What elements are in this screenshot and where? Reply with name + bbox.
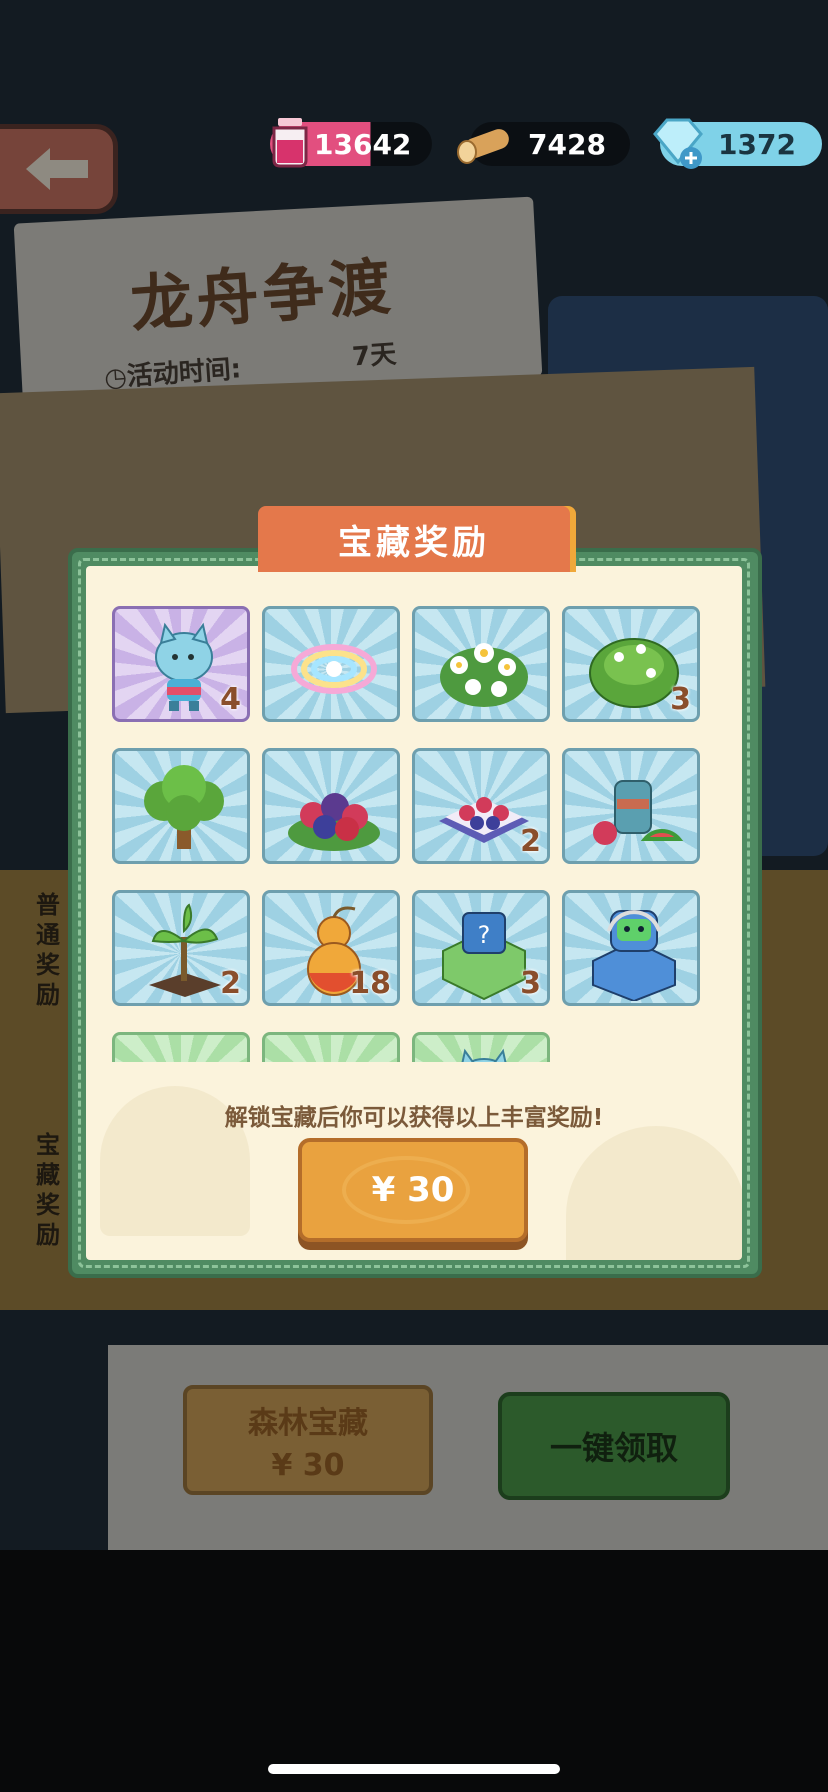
juice-jar-icon xyxy=(272,118,308,168)
reward-count: 3 xyxy=(520,966,541,1001)
reward-count: 18 xyxy=(349,966,391,1001)
reward-count: 4 xyxy=(220,682,241,717)
fruit-jar-icon xyxy=(593,780,684,845)
reward-tile[interactable] xyxy=(112,1032,250,1062)
forest-treasure-button[interactable]: 森林宝藏 ¥ 30 xyxy=(183,1385,433,1495)
ground xyxy=(0,1550,828,1792)
forest-treasure-price: ¥ 30 xyxy=(271,1447,345,1483)
robot-blind-box-icon xyxy=(592,910,676,1001)
diamond-icon xyxy=(653,118,703,169)
treasure-reward-label: 宝藏奖励 xyxy=(36,1131,60,1249)
juice-amount: 13642 xyxy=(314,127,412,161)
reward-tile[interactable] xyxy=(262,606,400,722)
reward-tile[interactable] xyxy=(262,748,400,864)
fruit-tree-icon xyxy=(144,765,224,849)
reward-tile[interactable]: 2 xyxy=(112,890,250,1006)
reward-tile[interactable]: ? 3 xyxy=(412,890,550,1006)
event-title: 龙舟争渡 xyxy=(128,249,397,342)
bubble-orb-icon xyxy=(129,1043,239,1062)
reward-tile[interactable] xyxy=(562,890,700,1006)
wood-log-icon xyxy=(457,129,509,164)
home-indicator[interactable] xyxy=(268,1764,560,1774)
reward-tile[interactable] xyxy=(412,1032,550,1062)
reward-tile[interactable] xyxy=(262,1032,400,1062)
wood-amount: 7428 xyxy=(528,127,606,161)
event-time-value: 7天 xyxy=(351,339,398,373)
reward-count: 2 xyxy=(220,966,241,1001)
ticket-icon xyxy=(279,1043,389,1062)
reward-tile[interactable] xyxy=(412,606,550,722)
unlock-description: 解锁宝藏后你可以获得以上丰富奖励! xyxy=(224,1105,604,1131)
berry-pile-icon xyxy=(288,793,380,851)
reward-tile[interactable]: 3 xyxy=(562,606,700,722)
reward-tile[interactable]: 18 xyxy=(262,890,400,1006)
grid-fade xyxy=(86,1062,742,1086)
reward-count: 3 xyxy=(670,682,691,717)
reward-count: 2 xyxy=(520,824,541,859)
back-button[interactable] xyxy=(0,124,118,214)
cat-character-icon xyxy=(461,1048,507,1062)
decorative-ghost xyxy=(566,1126,742,1260)
purchase-button[interactable]: ¥ 30 xyxy=(298,1138,528,1242)
normal-reward-label: 普通奖励 xyxy=(36,891,60,1009)
juice-counter[interactable]: 13642 xyxy=(270,118,432,168)
rainbow-orb-icon xyxy=(291,644,377,694)
reward-tile[interactable] xyxy=(562,748,700,864)
arrow-left-icon xyxy=(25,148,88,190)
gem-counter[interactable]: 1372 xyxy=(653,118,822,169)
reward-tile[interactable]: 2 xyxy=(412,748,550,864)
reward-grid[interactable]: 4 3 2 2 18? 3 xyxy=(112,606,718,1062)
dialog-title: 宝藏奖励 xyxy=(258,506,570,572)
reward-tile[interactable] xyxy=(112,748,250,864)
flower-bush-icon xyxy=(440,643,528,707)
claim-all-button[interactable]: 一键领取 xyxy=(498,1392,730,1500)
purchase-price: ¥ 30 xyxy=(371,1170,455,1210)
forest-treasure-title: 森林宝藏 xyxy=(248,1405,368,1441)
svg-text:?: ? xyxy=(478,921,491,949)
wood-counter[interactable]: 7428 xyxy=(457,122,630,166)
reward-tile[interactable]: 4 xyxy=(112,606,250,722)
gem-amount: 1372 xyxy=(718,127,796,161)
